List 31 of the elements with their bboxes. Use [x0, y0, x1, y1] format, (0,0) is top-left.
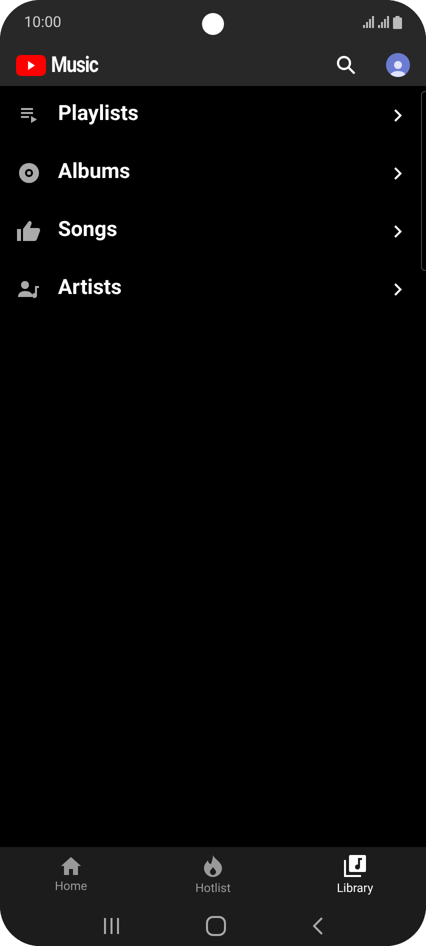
music-library-icon	[344, 855, 366, 877]
battery-icon	[393, 16, 402, 28]
home-outline-icon	[206, 916, 226, 936]
library-item[interactable]: Albums	[0, 144, 426, 202]
nav-tab[interactable]: Hotlist	[142, 847, 284, 905]
search-icon	[336, 55, 356, 75]
chevron-right-icon	[394, 282, 402, 296]
playlist-icon	[20, 107, 38, 123]
nav-tab[interactable]: Library	[284, 847, 426, 905]
play-logo-icon	[16, 54, 46, 76]
camera-cutout	[202, 13, 224, 35]
artist-music-icon	[18, 280, 40, 298]
person-icon	[390, 59, 406, 77]
thumbs-up-icon	[17, 220, 41, 242]
app-logo-text: Music	[51, 52, 98, 80]
chevron-right-icon	[394, 166, 402, 180]
library-item[interactable]: Artists	[0, 260, 426, 318]
nav-tab[interactable]: Home	[0, 847, 142, 905]
back-icon	[312, 916, 323, 934]
home-icon	[61, 857, 81, 875]
flame-icon	[204, 855, 222, 877]
account-avatar[interactable]	[386, 53, 410, 77]
status-time: 10:00	[24, 12, 62, 33]
disc-icon	[18, 162, 40, 184]
recent-apps-icon	[103, 918, 120, 934]
library-item[interactable]: Songs	[0, 202, 426, 260]
library-item[interactable]: Playlists	[0, 86, 426, 144]
chevron-right-icon	[394, 224, 402, 238]
signal-icon	[378, 16, 390, 28]
chevron-right-icon	[394, 108, 402, 122]
signal-icon	[363, 16, 375, 28]
